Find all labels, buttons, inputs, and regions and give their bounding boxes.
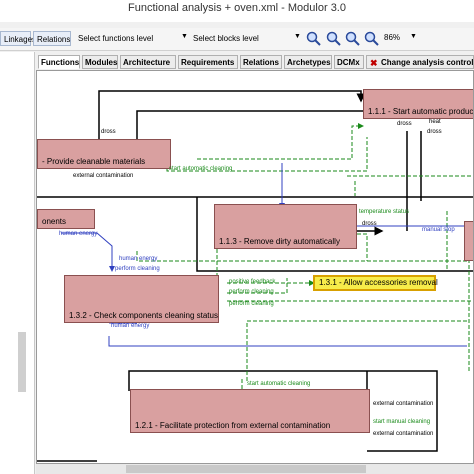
flow-label: perform cleaning: [115, 266, 160, 272]
tab-relations[interactable]: Relations: [240, 55, 282, 69]
zoom-out-icon[interactable]: [326, 31, 341, 46]
toolbar: Linkages Relations Select functions leve…: [0, 28, 474, 51]
left-panel: [0, 52, 35, 474]
function-1-1-3[interactable]: 1.1.3 - Remove dirty automatically: [214, 204, 357, 249]
flow-label: human energy: [119, 256, 158, 262]
zoom-reset-icon[interactable]: [364, 31, 379, 46]
tab-requirements[interactable]: Requirements: [178, 55, 238, 69]
left-panel-scrollbar[interactable]: [18, 332, 26, 392]
flow-label: start automatic cleaning: [247, 381, 311, 387]
flow-label: dross: [427, 129, 442, 135]
flow-label: external contamination: [373, 431, 434, 437]
functions-level-select[interactable]: Select functions level: [78, 32, 153, 46]
linkages-button[interactable]: Linkages: [0, 31, 36, 46]
flow-label: perform cleaning: [229, 301, 274, 307]
tab-change-analysis-label: Change analysis control: [381, 58, 474, 67]
flow-label: dross: [362, 221, 377, 227]
function-1-3-2[interactable]: 1.3.2 - Check components cleaning status: [64, 275, 219, 323]
zoom-fit-icon[interactable]: [345, 31, 360, 46]
window-title: Functional analysis + oven.xml - Modulor…: [0, 0, 474, 22]
flow-label: positive feedback: [229, 279, 276, 285]
flow-label: start automatic cleaning: [169, 166, 233, 172]
flow-label: dross: [397, 121, 412, 127]
close-icon[interactable]: ✖: [370, 56, 378, 70]
function-1-2-1[interactable]: 1.2.1 - Facilitate protection from exter…: [130, 389, 370, 433]
tab-modules[interactable]: Modules: [82, 55, 118, 69]
tab-functions[interactable]: Functions: [38, 55, 80, 69]
relations-button[interactable]: Relations: [33, 31, 71, 46]
zoom-dropdown-icon[interactable]: ▼: [410, 33, 417, 40]
function-components[interactable]: onents: [37, 209, 95, 229]
flow-label: external contamination: [373, 401, 434, 407]
tab-change-analysis-control[interactable]: ✖ Change analysis control: [366, 55, 474, 69]
flow-label: human energy: [59, 231, 98, 237]
flow-label: heat: [429, 119, 441, 125]
zoom-in-icon[interactable]: [306, 31, 321, 46]
flow-label: external contamination: [73, 173, 134, 179]
flow-label: human energy: [111, 323, 150, 329]
flow-label: dross: [101, 129, 116, 135]
zoom-level-select[interactable]: 86%: [384, 33, 400, 42]
canvas-horizontal-scrollbar[interactable]: [36, 464, 474, 474]
function-provide-cleanable-materials[interactable]: - Provide cleanable materials: [37, 139, 171, 169]
tab-bar: Functions Modules Architecture Requireme…: [36, 55, 474, 70]
blocks-level-dropdown-icon[interactable]: ▼: [294, 33, 301, 40]
flow-label: start manual cleaning: [373, 419, 431, 425]
function-1-1-1[interactable]: 1.1.1 - Start automatic product: [363, 89, 473, 119]
flow-label: perform cleaning: [229, 289, 274, 295]
functions-level-dropdown-icon[interactable]: ▼: [181, 33, 188, 40]
flow-label: manual stop: [422, 227, 455, 233]
scrollbar-thumb[interactable]: [126, 465, 366, 473]
blocks-level-select[interactable]: Select blocks level: [193, 32, 259, 46]
tab-dcmx[interactable]: DCMx: [334, 55, 364, 69]
tab-architecture[interactable]: Architecture: [120, 55, 176, 69]
function-1-3-1[interactable]: 1.3.1 - Allow accessories removal: [313, 275, 438, 291]
tab-archetypes[interactable]: Archetypes: [284, 55, 332, 69]
function-partial-right[interactable]: [464, 221, 473, 261]
flow-label: temperature status: [359, 209, 410, 215]
function-diagram-canvas[interactable]: 1.1.1 - Start automatic product - Provid…: [36, 70, 474, 464]
